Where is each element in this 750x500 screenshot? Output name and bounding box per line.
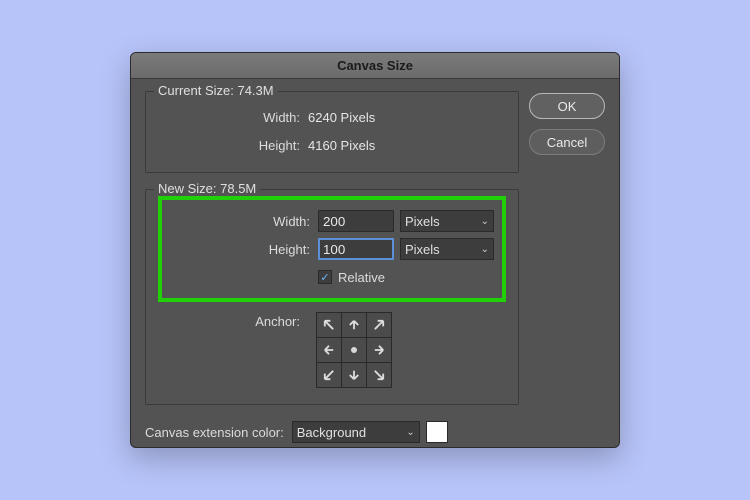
chevron-down-icon: ⌄ [481,244,489,255]
chevron-down-icon: ⌄ [481,216,489,227]
anchor-s[interactable] [342,363,366,387]
highlight-box: Width: Pixels ⌄ Height: Pixels ⌄ [158,196,506,302]
new-height-label: Height: [168,242,318,257]
anchor-se[interactable] [367,363,391,387]
extension-color-label: Canvas extension color: [145,425,284,440]
current-size-label: Current Size: 74.3M [154,83,278,98]
cancel-button[interactable]: Cancel [529,129,605,155]
anchor-n[interactable] [342,313,366,337]
new-width-label: Width: [168,214,318,229]
anchor-ne[interactable] [367,313,391,337]
width-unit-value: Pixels [405,214,440,229]
canvas-size-dialog: Canvas Size Current Size: 74.3M Width: 6… [130,52,620,448]
width-unit-select[interactable]: Pixels ⌄ [400,210,494,232]
relative-checkbox[interactable]: ✓ [318,270,332,284]
dialog-titlebar: Canvas Size [131,53,619,79]
height-unit-value: Pixels [405,242,440,257]
width-input[interactable] [318,210,394,232]
anchor-label: Anchor: [158,314,308,329]
extension-color-value: Background [297,425,366,440]
current-height-label: Height: [158,138,308,153]
current-width-value: 6240 Pixels [308,110,375,125]
new-size-group: New Size: 78.5M Width: Pixels ⌄ Height: [145,189,519,405]
anchor-sw[interactable] [317,363,341,387]
chevron-down-icon: ⌄ [406,427,414,438]
dialog-title: Canvas Size [337,58,413,73]
height-input[interactable] [318,238,394,260]
anchor-w[interactable] [317,338,341,362]
current-height-value: 4160 Pixels [308,138,375,153]
anchor-grid [316,312,392,388]
relative-label: Relative [338,270,385,285]
height-unit-select[interactable]: Pixels ⌄ [400,238,494,260]
extension-color-swatch[interactable] [426,421,448,443]
new-size-label: New Size: 78.5M [154,181,260,196]
current-width-label: Width: [158,110,308,125]
current-size-group: Current Size: 74.3M Width: 6240 Pixels H… [145,91,519,173]
anchor-center[interactable] [342,338,366,362]
extension-color-select[interactable]: Background ⌄ [292,421,420,443]
anchor-e[interactable] [367,338,391,362]
anchor-nw[interactable] [317,313,341,337]
ok-button[interactable]: OK [529,93,605,119]
